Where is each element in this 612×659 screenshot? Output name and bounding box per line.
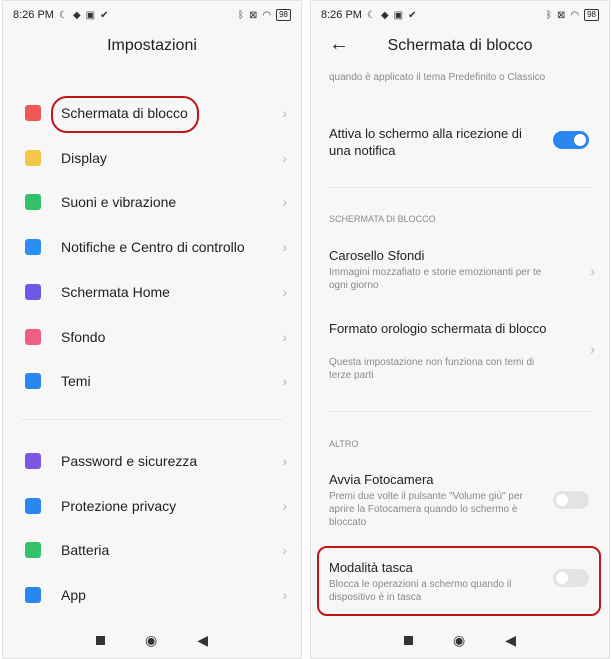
brush-icon (25, 373, 41, 389)
settings-item[interactable]: Batteria › (3, 532, 301, 568)
wake-screen-toggle[interactable] (553, 131, 589, 149)
wallpaper-carousel-subtitle: Immagini mozzafiato e storie emozionanti… (329, 267, 542, 291)
divider (329, 411, 591, 412)
settings-item[interactable]: Temi › (3, 363, 301, 399)
settings-item-label: App (61, 587, 86, 603)
status-bar: 8:26 PM ☾ ◆ ▣ ✔ ᛒ ⊠ ◠ 98 (311, 1, 609, 29)
settings-item[interactable]: Sfondo › (3, 319, 301, 355)
home-icon (25, 284, 41, 300)
page-title: ← Schermata di blocco (329, 33, 533, 56)
wifi-icon: ◠ (570, 9, 580, 21)
settings-item[interactable]: Protezione privacy › (3, 488, 301, 524)
settings-item[interactable]: Display › (3, 140, 301, 176)
home-button[interactable]: ◉ (453, 632, 465, 649)
settings-item[interactable]: Schermata Home › (3, 274, 301, 310)
settings-item-label: Password e sicurezza (61, 453, 198, 469)
settings-item[interactable]: App › (3, 577, 301, 613)
camera-shortcut-title: Avvia Fotocamera (329, 472, 434, 487)
chevron-right-icon: › (282, 542, 287, 558)
settings-item-label: Sfondo (61, 329, 106, 345)
speaker-icon (25, 194, 41, 210)
toggle-knob (556, 572, 568, 584)
app-notification-icon: ▣ (85, 9, 96, 21)
navigation-bar: ◉ ◀ (3, 622, 301, 658)
check-icon: ✔ (100, 9, 109, 21)
toggle-knob (556, 494, 568, 506)
chevron-right-icon: › (282, 329, 287, 345)
settings-item-label: Suoni e vibrazione (61, 194, 177, 210)
sun-icon (25, 150, 41, 166)
fingerprint-icon (25, 453, 41, 469)
recents-button[interactable] (96, 635, 105, 645)
back-nav-button[interactable]: ◀ (505, 632, 516, 649)
back-arrow-icon[interactable]: ← (329, 33, 349, 56)
battery-icon (25, 542, 41, 558)
wifi-icon: ◠ (262, 9, 272, 21)
pocket-mode-subtitle: Blocca le operazioni a schermo quando il… (329, 579, 512, 603)
settings-item-label: Temi (61, 373, 91, 389)
wake-screen-label: Attiva lo schermo alla ricezione di una … (329, 126, 522, 158)
chevron-right-icon: › (282, 150, 287, 166)
divider (21, 419, 283, 420)
battery-status: 98 (584, 9, 599, 21)
toggle-knob (574, 134, 586, 146)
camera-shortcut-subtitle: Premi due volte il pulsante "Volume giù"… (329, 491, 523, 528)
tulip-icon (25, 329, 41, 345)
settings-item-label: Display (61, 150, 107, 166)
no-sim-icon: ⊠ (556, 9, 566, 21)
app-notification-icon: ◆ (380, 9, 389, 21)
camera-shortcut-toggle[interactable] (553, 491, 589, 509)
lock-screen-settings: 8:26 PM ☾ ◆ ▣ ✔ ᛒ ⊠ ◠ 98 ← Schermata di … (310, 0, 610, 659)
chevron-right-icon: › (282, 194, 287, 210)
chevron-right-icon: › (282, 453, 287, 469)
clock-format-subtitle: Questa impostazione non funziona con tem… (329, 357, 535, 381)
settings-item[interactable]: Password e sicurezza › (3, 443, 301, 479)
bluetooth-icon: ᛒ (237, 9, 244, 21)
settings-item[interactable]: Notifiche e Centro di controllo › (3, 229, 301, 265)
settings-item-label: Notifiche e Centro di controllo (61, 239, 245, 255)
settings-item-label: Schermata Home (61, 284, 170, 300)
navigation-bar: ◉ ◀ (311, 622, 609, 658)
bluetooth-icon: ᛒ (545, 9, 552, 21)
pocket-mode-title: Modalità tasca (329, 560, 413, 575)
chevron-right-icon: › (282, 239, 287, 255)
chevron-right-icon: › (282, 284, 287, 300)
settings-item-label: Protezione privacy (61, 498, 177, 514)
check-icon: ✔ (408, 9, 417, 21)
chevron-right-icon: › (282, 105, 287, 121)
moon-icon: ☾ (58, 9, 68, 21)
back-nav-button[interactable]: ◀ (197, 632, 208, 649)
status-time: 8:26 PM (13, 9, 54, 21)
chevron-right-icon: › (282, 498, 287, 514)
section-header-other: ALTRO (329, 439, 359, 449)
app-notification-icon: ▣ (393, 9, 404, 21)
chevron-right-icon: › (282, 373, 287, 389)
gear-icon (25, 587, 41, 603)
notification-icon (25, 239, 41, 255)
lock-icon (25, 105, 41, 121)
chevron-right-icon: › (282, 587, 287, 603)
home-button[interactable]: ◉ (145, 632, 157, 649)
status-time: 8:26 PM (321, 9, 362, 21)
battery-status: 98 (276, 9, 291, 21)
app-notification-icon: ◆ (72, 9, 81, 21)
wallpaper-carousel-title[interactable]: Carosello Sfondi (329, 247, 424, 264)
pocket-mode-toggle[interactable] (553, 569, 589, 587)
chevron-right-icon: › (590, 341, 595, 357)
shield-icon (25, 498, 41, 514)
section-header-lock-screen: SCHERMATA DI BLOCCO (329, 214, 436, 224)
status-bar: 8:26 PM ☾ ◆ ▣ ✔ ᛒ ⊠ ◠ 98 (3, 1, 301, 29)
no-sim-icon: ⊠ (248, 9, 258, 21)
settings-item-label: Batteria (61, 542, 110, 558)
recents-button[interactable] (404, 635, 413, 645)
divider (329, 187, 591, 188)
theme-note: quando è applicato il tema Predefinito o… (329, 72, 546, 83)
moon-icon: ☾ (366, 9, 376, 21)
page-title: Impostazioni (107, 37, 197, 54)
chevron-right-icon: › (590, 263, 595, 279)
settings-screen: 8:26 PM ☾ ◆ ▣ ✔ ᛒ ⊠ ◠ 98 Impostazioni Sc… (2, 0, 302, 659)
highlight-circle (51, 96, 199, 133)
clock-format-title[interactable]: Formato orologio schermata di blocco (329, 320, 549, 337)
settings-item[interactable]: Suoni e vibrazione › (3, 184, 301, 220)
